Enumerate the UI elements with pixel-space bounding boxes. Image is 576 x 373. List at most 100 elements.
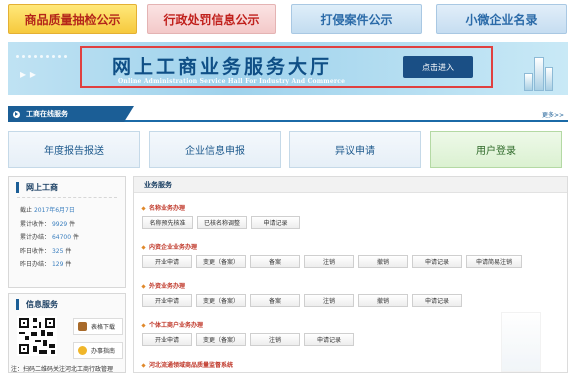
notice-quality-inspection[interactable]: 商品质量抽检公示 [8,4,137,34]
play-circle-icon [13,110,20,118]
bullet-icon [141,206,146,211]
notice-banners: 商品质量抽检公示 行政处罚信息公示 打侵案件公示 小微企业名录 [8,4,568,36]
section-category: 内资企业业务办理 [141,243,198,253]
open-application-button[interactable]: 开业申请 [142,255,192,268]
bullet-icon [141,363,146,368]
info-services-panel: 信息服务 表格下载 办事指南 注：扫码二维码关注河北工商行政管理 [8,293,126,373]
cancellation-button[interactable]: 注销 [250,333,300,346]
bullet-icon [141,284,146,289]
category-label: 名称业务办理 [149,205,186,212]
filing-button[interactable]: 备案 [250,294,300,307]
decorative-arrow-icon: ▸ ▸ [20,67,36,81]
qr-code-icon [17,316,57,356]
bullet-icon [141,245,146,250]
section-quality-supervision[interactable]: 河北流通领域商品质量监督系统 [141,361,234,371]
stat-label: 昨日收件： [20,247,51,255]
apply-record-button[interactable]: 申请记录 [412,294,462,307]
download-icon [78,322,87,331]
stat-label: 截止 [20,207,33,214]
bullet-icon [141,323,146,328]
notice-small-enterprise-directory[interactable]: 小微企业名录 [436,4,567,34]
section-buttons: 名称预先核准 已核名称调整 申请记录 [142,216,300,229]
change-filing-button[interactable]: 变更（备案） [196,333,246,346]
open-application-button[interactable]: 开业申请 [142,333,192,346]
stat-unit: 件 [65,247,72,255]
notice-label: 行政处罚信息公示 [163,12,260,27]
stat-row: 截止 2017年6月7日 [20,204,125,218]
section-buttons: 开业申请 变更（备案） 备案 注销 撤销 申请记录 [142,294,462,307]
main-actions: 年度报告报送 企业信息申报 异议申请 用户登录 [8,131,568,168]
form-download-button[interactable]: 表格下载 [73,318,123,335]
change-filing-button[interactable]: 变更（备案） [196,294,246,307]
category-label: 外资业务办理 [149,283,186,290]
stat-row: 昨日办结： 129 件 [20,258,125,272]
business-services-panel: 业务服务 名称业务办理 名称预先核准 已核名称调整 申请记录 内资企业业务办理 … [133,176,568,373]
online-services-tab: 工商在线服务 [8,106,134,122]
section-category: 河北流通领域商品质量监督系统 [141,361,234,371]
open-application-button[interactable]: 开业申请 [142,294,192,307]
annual-report-button[interactable]: 年度报告报送 [8,131,140,168]
service-hall-subtitle: Online Administration Service Hall For I… [118,78,346,85]
category-label: 个体工商户业务办理 [149,322,204,329]
section-buttons: 开业申请 变更（备案） 备案 注销 撤销 申请记录 申请简易注销 [142,255,522,268]
category-label: 河北流通领域商品质量监督系统 [149,362,234,369]
stat-label: 昨日办结： [20,261,51,268]
decorative-dots [16,52,70,60]
stat-unit: 件 [65,261,72,268]
apply-record-button[interactable]: 申请记录 [304,333,354,346]
section-buttons: 开业申请 变更（备案） 注销 申请记录 [142,333,354,346]
notice-label: 打侵案件公示 [320,12,393,27]
online-stats-panel: 网上工商 截止 2017年6月7日 累计收件： 9929 件 累计办结： 647… [8,176,126,288]
section-name-business: 名称业务办理 名称预先核准 已核名称调整 申请记录 [141,204,300,229]
stats-list: 截止 2017年6月7日 累计收件： 9929 件 累计办结： 64700 件 … [20,204,125,272]
service-guide-button[interactable]: 办事指南 [73,342,123,359]
section-individual-business: 个体工商户业务办理 开业申请 变更（备案） 注销 申请记录 [141,321,354,346]
user-login-button[interactable]: 用户登录 [430,131,562,168]
stat-value: 325 [51,247,64,255]
stat-unit: 件 [69,220,76,228]
stat-value: 129 [51,261,64,268]
apply-record-button[interactable]: 申请记录 [251,216,300,229]
change-filing-button[interactable]: 变更（备案） [196,255,246,268]
stat-unit: 件 [72,234,79,241]
stat-value: 9929 [51,220,68,228]
section-domestic-enterprise: 内资企业业务办理 开业申请 变更（备案） 备案 注销 撤销 申请记录 申请简易注… [141,243,522,268]
service-hall-title: 网上工商业务服务大厅 [112,56,333,78]
form-download-label: 表格下载 [91,324,116,331]
info-services-title: 信息服务 [16,299,125,310]
objection-application-button[interactable]: 异议申请 [289,131,421,168]
lightbulb-icon [78,346,87,355]
cancellation-button[interactable]: 注销 [304,294,354,307]
service-guide-label: 办事指南 [91,348,116,355]
stat-row: 累计办结： 64700 件 [20,231,125,245]
building-watermark [501,312,541,372]
stat-label: 累计办结： [20,234,51,241]
cancellation-button[interactable]: 注销 [304,255,354,268]
section-category: 外资业务办理 [141,282,186,292]
filing-button[interactable]: 备案 [250,255,300,268]
building-icon [524,55,554,91]
notice-label: 小微企业名录 [465,12,538,27]
name-adjustment-button[interactable]: 已核名称调整 [197,216,247,229]
notice-administrative-penalty[interactable]: 行政处罚信息公示 [147,4,276,34]
notice-infringement-cases[interactable]: 打侵案件公示 [291,4,422,34]
enter-hall-button[interactable]: 点击进入 [403,56,473,78]
business-services-title: 业务服务 [134,177,567,193]
more-link[interactable]: 更多>> [542,110,564,119]
section-category: 个体工商户业务办理 [141,321,204,331]
stat-row: 昨日收件： 325 件 [20,245,125,259]
online-services-bar: 工商在线服务 更多>> [8,106,568,122]
stat-value: 2017年6月7日 [33,207,75,214]
enterprise-info-declaration-button[interactable]: 企业信息申报 [149,131,281,168]
divider [17,197,117,198]
simple-cancellation-button[interactable]: 申请简易注销 [466,255,522,268]
revocation-button[interactable]: 撤销 [358,294,408,307]
notice-label: 商品质量抽检公示 [24,12,121,27]
revocation-button[interactable]: 撤销 [358,255,408,268]
online-services-title: 工商在线服务 [26,110,68,118]
name-preapproval-button[interactable]: 名称预先核准 [142,216,193,229]
category-label: 内资企业业务办理 [149,244,198,251]
section-foreign-business: 外资业务办理 开业申请 变更（备案） 备案 注销 撤销 申请记录 [141,282,462,307]
apply-record-button[interactable]: 申请记录 [412,255,462,268]
service-hall-banner[interactable]: ▸ ▸ 网上工商业务服务大厅 Online Administration Ser… [8,42,568,95]
